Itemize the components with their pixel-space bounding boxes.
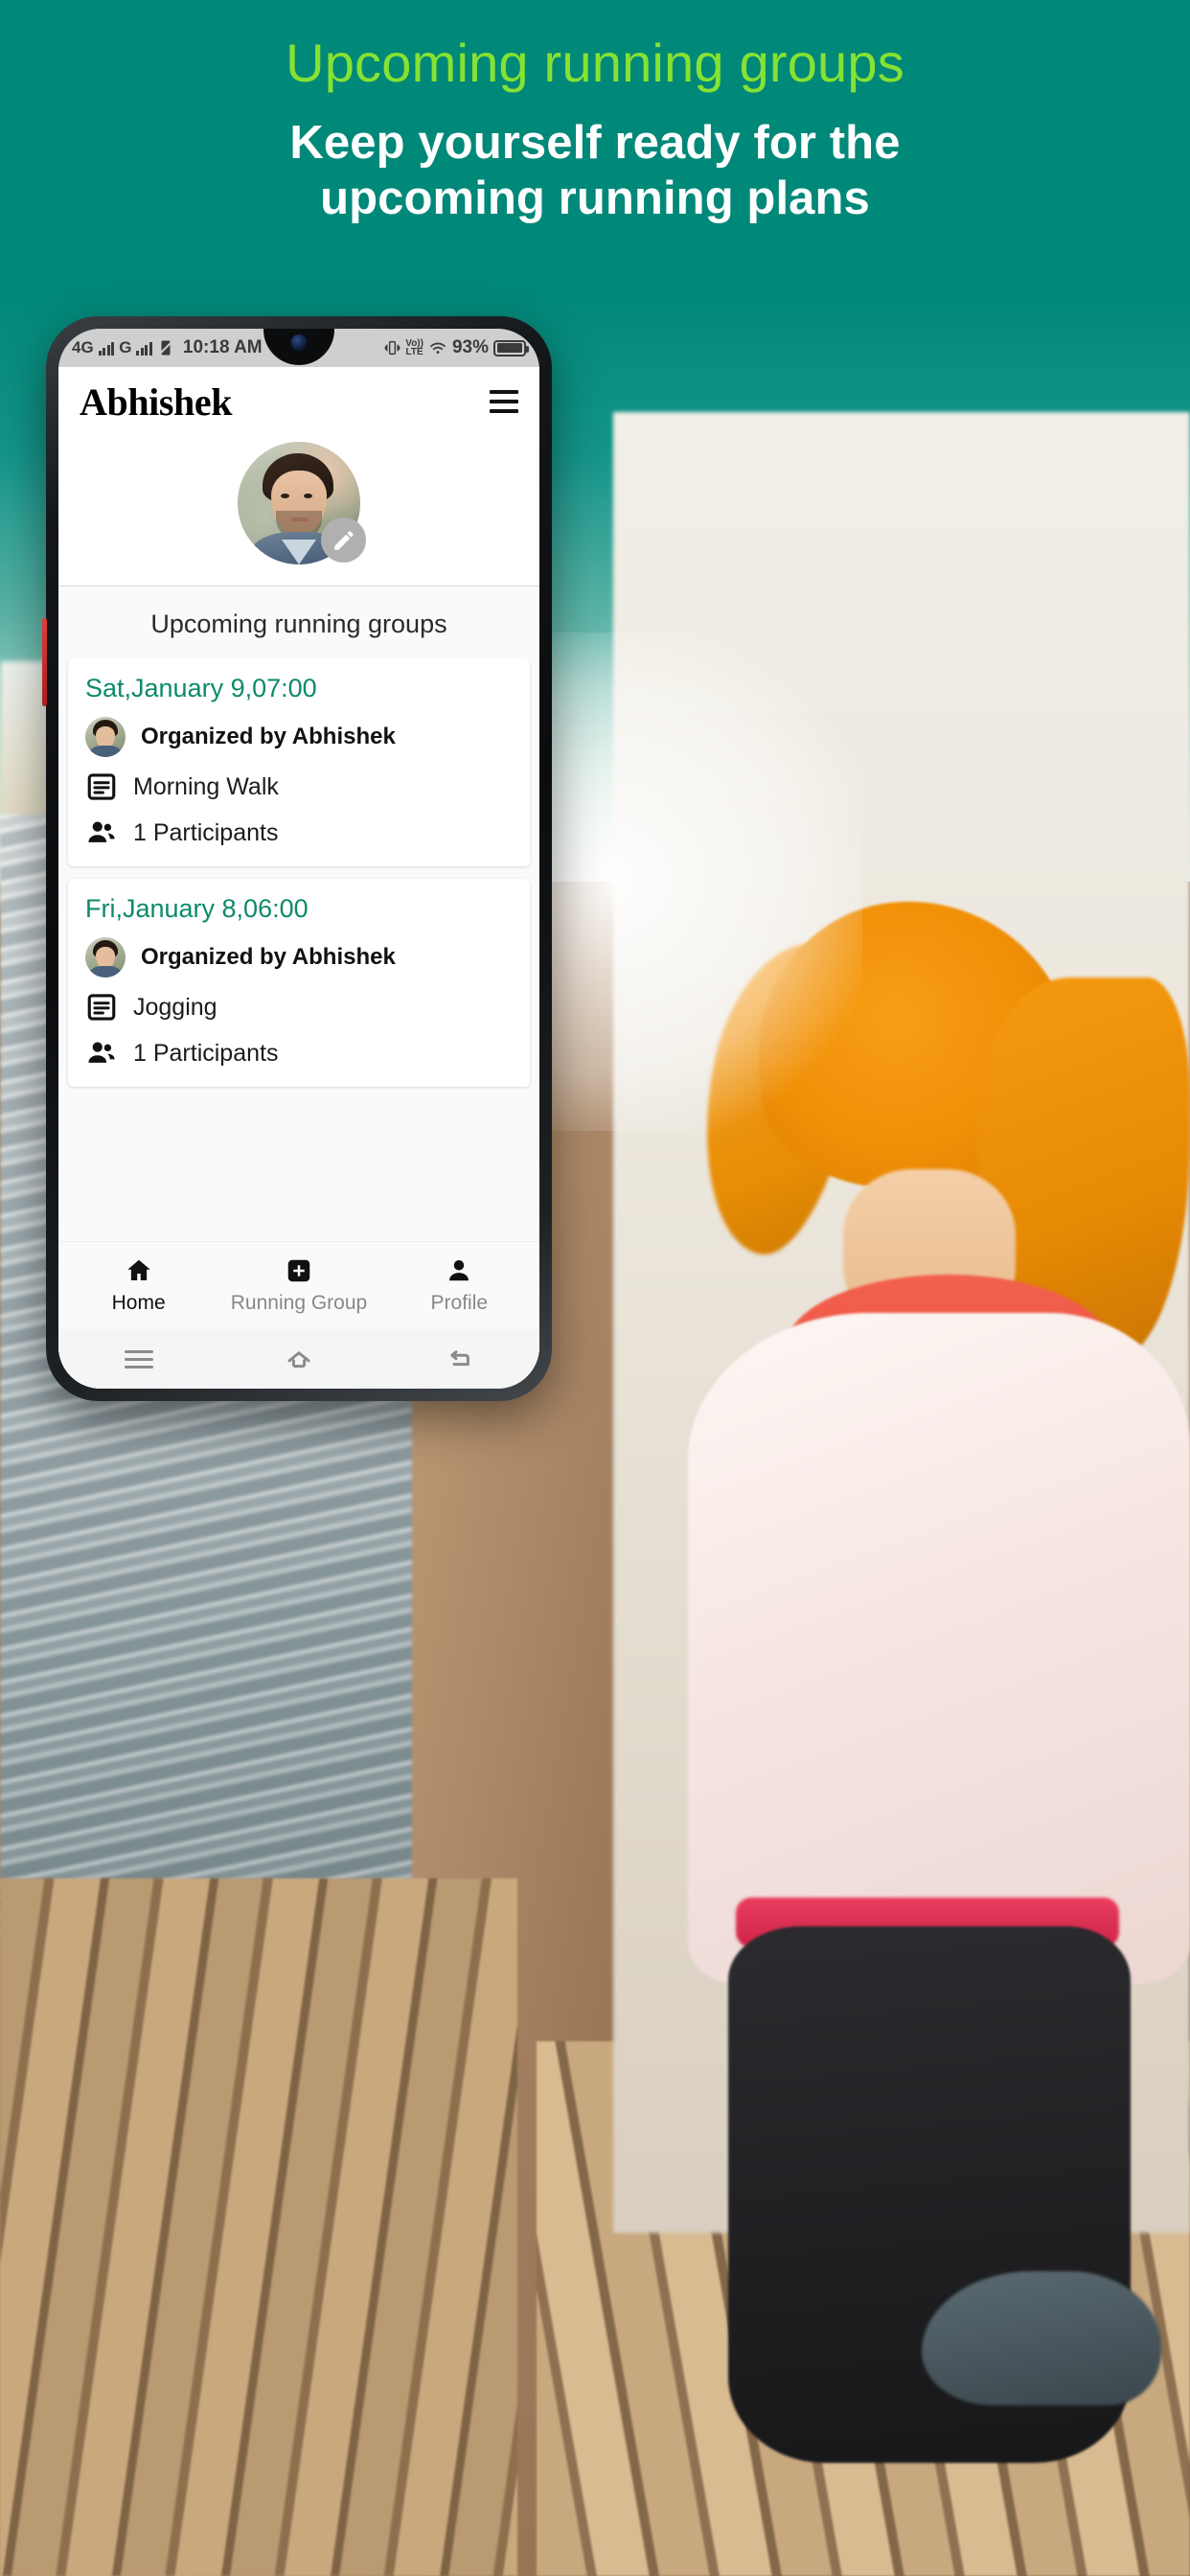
- avatar-wrapper: [238, 442, 366, 564]
- battery-icon: [493, 339, 529, 356]
- data-saver-icon: [159, 340, 172, 356]
- home-outline-icon: [287, 1351, 310, 1368]
- status-bar-right: Vo)) LTE 93%: [384, 337, 529, 358]
- participants-count: 1 Participants: [133, 1039, 279, 1067]
- runner-shirt: [688, 1313, 1190, 1984]
- section-heading: Upcoming running groups: [58, 586, 539, 658]
- group-date: Sat,January 9,07:00: [85, 674, 317, 702]
- signal-bars-icon-2: [136, 341, 152, 356]
- home-icon: [126, 1259, 150, 1280]
- participants-row: 1 Participants: [85, 816, 513, 849]
- organizer-row: Organized by Abhishek: [85, 937, 513, 978]
- person-icon: [449, 1260, 469, 1281]
- group-date: Fri,January 8,06:00: [85, 894, 309, 923]
- organizer-name: Organized by Abhishek: [141, 944, 396, 970]
- activity-name: Jogging: [133, 993, 217, 1021]
- promo-subtitle: Keep yourself ready for the upcoming run…: [0, 116, 1190, 227]
- organizer-avatar: [85, 717, 126, 757]
- hamburger-icon[interactable]: [490, 390, 518, 413]
- organizer-name: Organized by Abhishek: [141, 724, 396, 749]
- phone-side-button[interactable]: [42, 618, 47, 706]
- app-bar: Abhishek: [58, 367, 539, 436]
- volte-bottom-text: LTE: [405, 347, 423, 357]
- clock-text: 10:18 AM: [182, 337, 263, 357]
- activity-name: Morning Walk: [133, 772, 279, 800]
- phone-screen: 4G G 10:18 AM Vo)) LTE 93% Abhishek Upco…: [58, 329, 539, 1389]
- page-title: Abhishek: [80, 380, 233, 424]
- tab-home-label: Home: [111, 1292, 166, 1314]
- phone-mockup: 4G G 10:18 AM Vo)) LTE 93% Abhishek Upco…: [42, 316, 552, 1401]
- vibrate-icon: [384, 340, 400, 356]
- tab-running-group[interactable]: Running Group: [218, 1256, 378, 1315]
- activity-row: Morning Walk: [85, 770, 513, 803]
- runner-shoe: [922, 2271, 1161, 2405]
- network-label-1: 4G: [72, 338, 94, 356]
- status-bar: 4G G 10:18 AM Vo)) LTE 93%: [58, 329, 539, 367]
- article-icon: [87, 773, 116, 800]
- promo-heading: Upcoming running groups Keep yourself re…: [0, 0, 1190, 227]
- app-content: Abhishek Upcoming running groups Sat,Jan…: [58, 367, 539, 1389]
- home-button[interactable]: [218, 1345, 378, 1373]
- back-button[interactable]: [379, 1345, 539, 1373]
- tab-running-group-label: Running Group: [230, 1292, 368, 1314]
- battery-percent-text: 93%: [451, 337, 489, 357]
- group-card-list: Sat,January 9,07:00 Organized by Abhishe…: [58, 658, 539, 1241]
- back-icon: [450, 1350, 470, 1367]
- promo-subtitle-line1: Keep yourself ready for the: [289, 117, 901, 170]
- tab-home[interactable]: Home: [58, 1256, 218, 1315]
- tab-profile-label: Profile: [430, 1292, 489, 1314]
- people-icon: [88, 821, 115, 842]
- system-navigation-bar: [58, 1329, 539, 1389]
- promo-title: Upcoming running groups: [286, 33, 904, 93]
- volte-icon: Vo)) LTE: [405, 338, 423, 357]
- recents-icon: [124, 1349, 153, 1368]
- background-boardwalk-left: [0, 1878, 517, 2576]
- front-camera: [290, 334, 308, 351]
- recents-button[interactable]: [58, 1349, 218, 1368]
- bottom-navigation: Home Running Group Profile: [58, 1241, 539, 1329]
- signal-bars-icon-1: [98, 341, 115, 356]
- table-row[interactable]: Sat,January 9,07:00 Organized by Abhishe…: [68, 658, 530, 866]
- status-bar-left: 4G G 10:18 AM: [72, 337, 263, 358]
- article-icon: [87, 994, 116, 1021]
- promo-subtitle-line2: upcoming running plans: [320, 172, 870, 224]
- participants-row: 1 Participants: [85, 1037, 513, 1070]
- wifi-icon: [430, 342, 446, 354]
- organizer-avatar: [85, 937, 126, 978]
- tab-profile[interactable]: Profile: [379, 1256, 539, 1315]
- participants-count: 1 Participants: [133, 818, 279, 846]
- edit-avatar-button[interactable]: [321, 518, 366, 563]
- activity-row: Jogging: [85, 991, 513, 1024]
- pencil-icon: [333, 530, 354, 550]
- organizer-row: Organized by Abhishek: [85, 717, 513, 757]
- network-label-2: G: [119, 338, 132, 356]
- people-icon: [88, 1042, 115, 1063]
- profile-section: [58, 436, 539, 586]
- table-row[interactable]: Fri,January 8,06:00 Organized by Abhishe…: [68, 879, 530, 1087]
- plus-square-icon: [287, 1259, 310, 1282]
